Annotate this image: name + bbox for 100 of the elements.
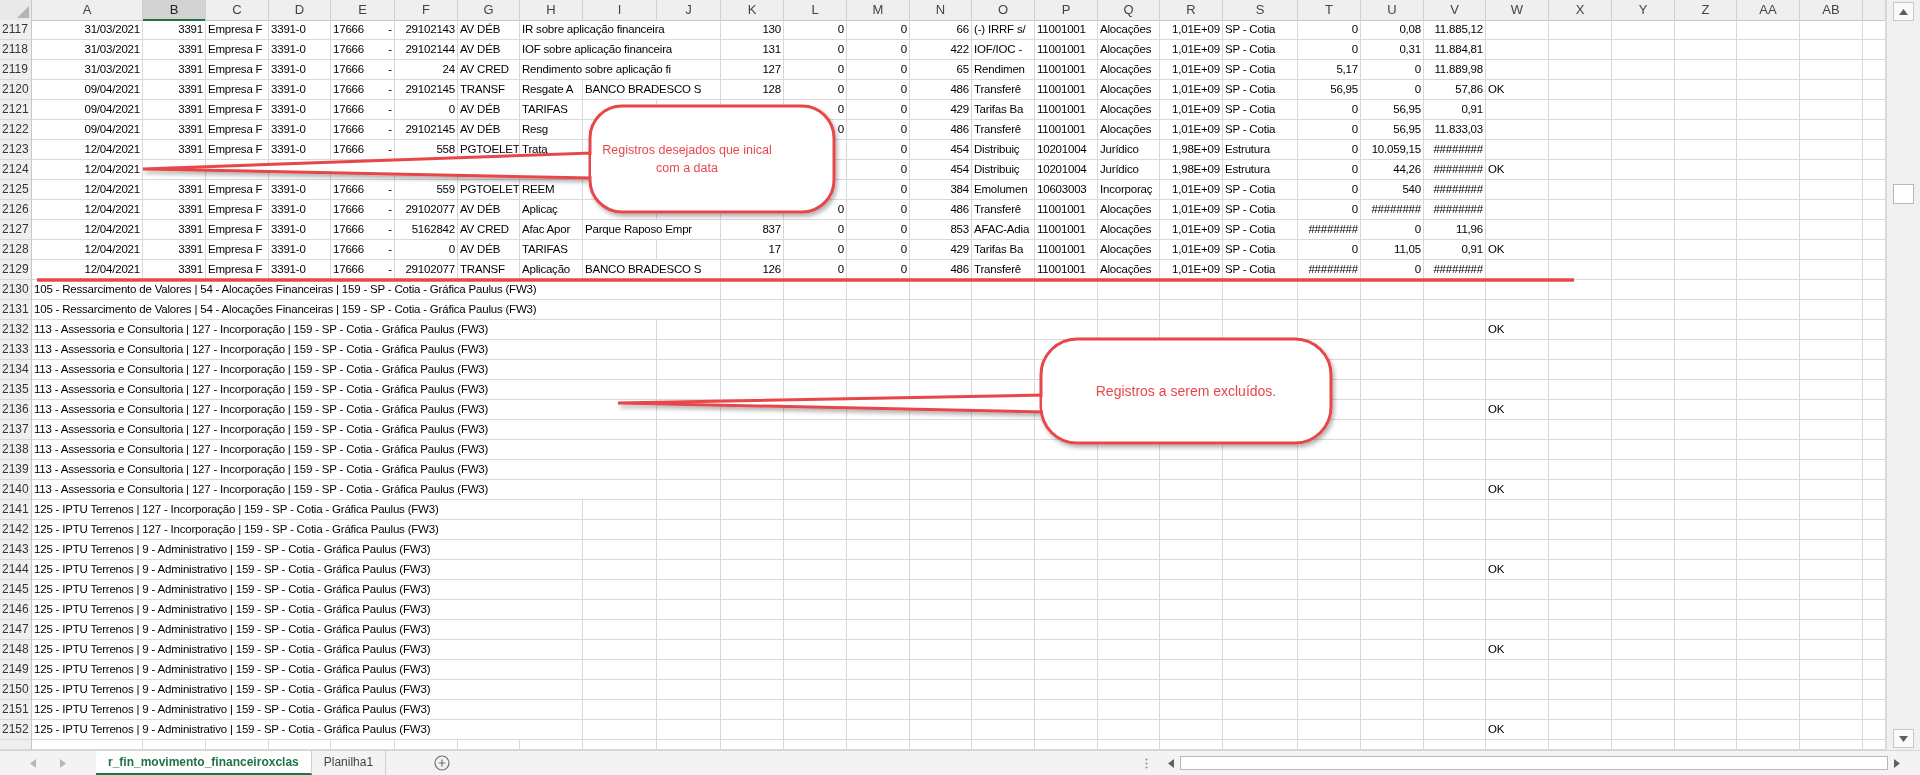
row-header[interactable]: 2121: [0, 100, 32, 120]
row-header[interactable]: 2141: [0, 500, 32, 520]
row-header[interactable]: 2117: [0, 20, 32, 40]
column-header[interactable]: G: [458, 0, 520, 21]
table-cell: 0: [847, 20, 910, 40]
column-header[interactable]: W: [1486, 0, 1549, 21]
cell-text: -: [388, 262, 392, 277]
row-header[interactable]: 2122: [0, 120, 32, 140]
row-header[interactable]: 2146: [0, 600, 32, 620]
column-header[interactable]: N: [910, 0, 972, 21]
row-header[interactable]: 2136: [0, 400, 32, 420]
sheet-tab[interactable]: Planilha1: [311, 751, 387, 775]
row-header[interactable]: 2126: [0, 200, 32, 220]
column-header[interactable]: P: [1035, 0, 1098, 21]
table-cell: OK: [1486, 80, 1549, 100]
column-header[interactable]: AA: [1737, 0, 1800, 21]
table-cell: OK: [1486, 720, 1549, 740]
table-cell: 125 - IPTU Terrenos | 127 - Incorporação | 159 - SP - Cotia - Gráfica Paulus (FW3): [32, 500, 583, 520]
column-header[interactable]: R: [1160, 0, 1223, 21]
table-cell: Transferê: [972, 120, 1035, 140]
table-cell: 486: [910, 120, 972, 140]
column-header[interactable]: X: [1549, 0, 1612, 21]
table-cell: 29102077: [395, 200, 458, 220]
row-header[interactable]: 2132: [0, 320, 32, 340]
row-header[interactable]: 2139: [0, 460, 32, 480]
row-header[interactable]: 2127: [0, 220, 32, 240]
row-header[interactable]: 2130: [0, 280, 32, 300]
column-header[interactable]: M: [847, 0, 910, 21]
row-header[interactable]: 2124: [0, 160, 32, 180]
next-sheet-icon[interactable]: [60, 758, 66, 768]
table-cell: 3391-0: [269, 180, 331, 200]
table-cell: 12/04/2021: [32, 140, 143, 160]
column-header[interactable]: Y: [1612, 0, 1675, 21]
scroll-thumb[interactable]: [1893, 184, 1914, 204]
column-header[interactable]: C: [206, 0, 269, 21]
column-header[interactable]: F: [395, 0, 458, 21]
row-header[interactable]: 2137: [0, 420, 32, 440]
row-header[interactable]: 2151: [0, 700, 32, 720]
row-header[interactable]: 2140: [0, 480, 32, 500]
row-header[interactable]: 2129: [0, 260, 32, 280]
column-header[interactable]: I: [583, 0, 657, 21]
table-cell: 125 - IPTU Terrenos | 9 - Administrativo | 159 - SP - Cotia - Gráfica Paulus (FW3): [32, 700, 583, 720]
row-header[interactable]: 2118: [0, 40, 32, 60]
table-cell: 429: [910, 240, 972, 260]
column-header[interactable]: B: [143, 0, 206, 21]
row-header[interactable]: 2143: [0, 540, 32, 560]
column-header[interactable]: Q: [1098, 0, 1160, 21]
column-header[interactable]: AB: [1800, 0, 1863, 21]
caret-up-icon: [1899, 8, 1908, 15]
scroll-up-button[interactable]: [1893, 2, 1914, 21]
row-header[interactable]: 2148: [0, 640, 32, 660]
column-header[interactable]: J: [657, 0, 721, 21]
cell-text: -: [388, 222, 392, 237]
add-sheet-icon[interactable]: [434, 755, 451, 771]
sheet-tab[interactable]: r_fin_movimento_financeiroxclas: [96, 751, 312, 775]
select-all-icon[interactable]: [17, 6, 29, 18]
cell-text: -: [388, 82, 392, 97]
row-header[interactable]: 2149: [0, 660, 32, 680]
column-header[interactable]: O: [972, 0, 1035, 21]
row-header[interactable]: [0, 740, 32, 750]
row-header[interactable]: 2144: [0, 560, 32, 580]
row-header[interactable]: 2150: [0, 680, 32, 700]
column-header[interactable]: E: [331, 0, 395, 21]
row-header[interactable]: 2125: [0, 180, 32, 200]
table-cell: 11001001: [1035, 200, 1098, 220]
row-header[interactable]: 2134: [0, 360, 32, 380]
table-cell: Aplicação: [520, 260, 583, 280]
previous-sheet-icon[interactable]: [30, 758, 36, 768]
row-header[interactable]: 2128: [0, 240, 32, 260]
table-cell: 3391-0: [269, 220, 331, 240]
column-header[interactable]: D: [269, 0, 331, 21]
column-header[interactable]: L: [784, 0, 847, 21]
table-cell: 29102077: [395, 260, 458, 280]
row-header[interactable]: 2147: [0, 620, 32, 640]
column-header[interactable]: S: [1223, 0, 1298, 21]
column-header[interactable]: T: [1298, 0, 1361, 21]
column-header[interactable]: Z: [1675, 0, 1737, 21]
table-cell: 3391-0: [269, 120, 331, 140]
table-cell: 125 - IPTU Terrenos | 9 - Administrativo | 159 - SP - Cotia - Gráfica Paulus (FW3): [32, 640, 583, 660]
row-header[interactable]: 2131: [0, 300, 32, 320]
row-header[interactable]: 2142: [0, 520, 32, 540]
table-cell: 56,95: [1361, 100, 1424, 120]
row-header[interactable]: 2119: [0, 60, 32, 80]
horizontal-scroll-thumb[interactable]: [1180, 756, 1888, 770]
row-header[interactable]: 2123: [0, 140, 32, 160]
row-header[interactable]: 2145: [0, 580, 32, 600]
scroll-down-button[interactable]: [1893, 729, 1914, 748]
column-header[interactable]: K: [721, 0, 784, 21]
column-header[interactable]: H: [520, 0, 583, 21]
row-header[interactable]: 2138: [0, 440, 32, 460]
row-header[interactable]: 2135: [0, 380, 32, 400]
table-cell: 3391: [143, 180, 206, 200]
column-header[interactable]: A: [32, 0, 143, 21]
row-header[interactable]: 2133: [0, 340, 32, 360]
column-header[interactable]: V: [1424, 0, 1486, 21]
table-cell: 125 - IPTU Terrenos | 9 - Administrativo | 159 - SP - Cotia - Gráfica Paulus (FW3): [32, 720, 583, 740]
column-header[interactable]: U: [1361, 0, 1424, 21]
splitter-handle-icon[interactable]: [1145, 757, 1148, 769]
row-header[interactable]: 2152: [0, 720, 32, 740]
row-header[interactable]: 2120: [0, 80, 32, 100]
